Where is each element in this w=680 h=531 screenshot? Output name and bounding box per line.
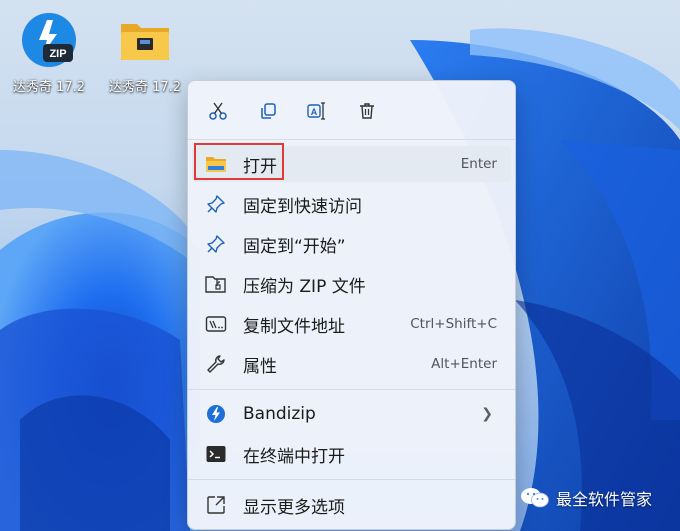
bandizip-zip-icon: ZIP — [19, 10, 79, 70]
folder-icon — [115, 10, 175, 70]
rename-button[interactable]: A — [299, 93, 335, 129]
delete-icon — [360, 103, 374, 119]
separator — [188, 139, 515, 140]
separator — [188, 389, 515, 390]
desktop-icon-folder[interactable]: 达秀奇 17.2 — [100, 4, 190, 95]
menu-item-properties[interactable]: 属性 Alt+Enter — [192, 346, 511, 382]
context-menu-toolbar: A — [188, 81, 515, 139]
menu-item-pin-start[interactable]: 固定到“开始” — [192, 226, 511, 262]
menu-item-bandizip[interactable]: Bandizip ❯ — [192, 396, 511, 432]
show-more-icon — [205, 494, 227, 516]
menu-item-shortcut: Alt+Enter — [431, 356, 497, 372]
zip-folder-icon — [205, 273, 227, 295]
menu-item-label: 固定到“开始” — [243, 236, 346, 257]
menu-item-label: Bandizip — [243, 404, 316, 424]
menu-item-shortcut: Enter — [460, 156, 497, 172]
menu-item-open-terminal[interactable]: 在终端中打开 — [192, 436, 511, 472]
watermark: 最全软件管家 — [520, 486, 652, 510]
separator — [188, 479, 515, 480]
menu-item-label: 属性 — [243, 356, 277, 377]
menu-item-label: 固定到快速访问 — [243, 196, 362, 217]
menu-item-show-more[interactable]: 显示更多选项 — [192, 487, 511, 523]
desktop-icon-label: 达秀奇 17.2 — [12, 80, 86, 95]
menu-item-shortcut: Ctrl+Shift+C — [410, 316, 497, 332]
svg-text:ZIP: ZIP — [49, 48, 66, 60]
wechat-icon — [521, 488, 549, 508]
delete-button[interactable] — [349, 93, 385, 129]
rename-icon: A — [307, 102, 325, 120]
desktop: ZIP 达秀奇 17.2 达秀奇 17.2 A 打开 Enter 固定到快速访问… — [0, 0, 680, 531]
menu-item-label: 显示更多选项 — [243, 497, 345, 518]
chevron-right-icon: ❯ — [481, 406, 493, 422]
desktop-icon-label: 达秀奇 17.2 — [108, 80, 182, 95]
menu-item-pin-quick-access[interactable]: 固定到快速访问 — [192, 186, 511, 222]
copy-path-icon — [205, 313, 227, 335]
copy-button[interactable] — [250, 93, 286, 129]
copy-icon — [261, 103, 276, 119]
menu-item-label: 复制文件地址 — [243, 316, 345, 337]
menu-item-compress-zip[interactable]: 压缩为 ZIP 文件 — [192, 266, 511, 302]
pin-icon — [205, 233, 227, 255]
bandizip-icon — [205, 403, 227, 425]
wrench-icon — [205, 353, 227, 375]
menu-item-label: 压缩为 ZIP 文件 — [243, 276, 366, 297]
watermark-text: 最全软件管家 — [556, 490, 653, 509]
menu-item-label: 在终端中打开 — [243, 446, 345, 467]
svg-text:A: A — [311, 107, 318, 117]
highlight-annotation — [194, 143, 284, 180]
pin-icon — [205, 193, 227, 215]
cut-button[interactable] — [200, 93, 236, 129]
cut-icon — [209, 102, 227, 120]
menu-item-copy-path[interactable]: 复制文件地址 Ctrl+Shift+C — [192, 306, 511, 342]
terminal-icon — [205, 443, 227, 465]
desktop-icon-bandizip[interactable]: ZIP 达秀奇 17.2 — [4, 4, 94, 95]
